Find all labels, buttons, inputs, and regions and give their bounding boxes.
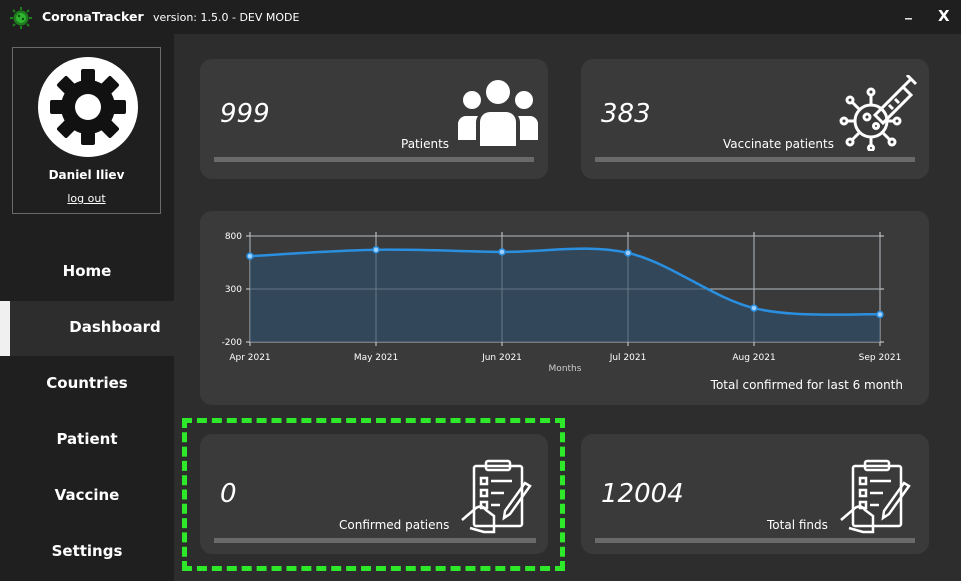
sidebar-item-countries[interactable]: Countries [0, 357, 174, 412]
total-label: Total finds [767, 518, 828, 532]
x-axis-label: Months [549, 364, 582, 374]
x-tick-label: Aug 2021 [732, 353, 775, 363]
title-bar: CoronaTracker version: 1.5.0 - DEV MODE … [0, 0, 961, 34]
confirmed-count: 0 [220, 479, 237, 509]
data-point [246, 252, 254, 260]
x-tick-label: Apr 2021 [229, 353, 270, 363]
sidebar-item-dashboard[interactable]: Dashboard [0, 301, 174, 356]
minimize-button[interactable]: _ [905, 4, 912, 20]
virus-syringe-icon [839, 75, 918, 151]
clipboard-checklist-icon [461, 459, 532, 534]
card-divider [214, 538, 536, 543]
x-tick-label: Jul 2021 [609, 353, 647, 363]
card-divider [595, 157, 915, 162]
sidebar-item-label: Vaccine [54, 486, 120, 504]
y-tick-label: 800 [225, 232, 242, 242]
data-point [498, 248, 506, 256]
user-name: Daniel Iliev [48, 168, 125, 182]
close-button[interactable]: X [938, 7, 950, 25]
x-tick-label: Sep 2021 [859, 353, 902, 363]
sidebar-item-vaccine[interactable]: Vaccine [0, 469, 174, 524]
gear-icon [50, 69, 126, 145]
data-point [624, 249, 632, 257]
app-title: CoronaTracker [42, 9, 144, 24]
virus-logo-icon [10, 7, 32, 29]
card-divider [214, 157, 534, 162]
area-fill [250, 248, 880, 342]
vaccinated-count: 383 [601, 99, 651, 129]
patients-label: Patients [401, 137, 450, 151]
data-point [372, 246, 380, 254]
card-divider [595, 538, 915, 543]
data-point [750, 304, 758, 312]
total-card: 12004 Total finds [581, 434, 929, 554]
sidebar-item-home[interactable]: Home [0, 245, 174, 300]
x-tick-label: May 2021 [354, 353, 398, 363]
y-tick-label: 300 [225, 285, 242, 295]
vaccinated-label: Vaccinate patients [723, 137, 834, 151]
sidebar: Daniel Iliev log out Home Dashboard Coun… [0, 34, 174, 581]
total-count: 12004 [601, 479, 684, 509]
data-point [876, 310, 884, 319]
group-icon [458, 80, 538, 146]
sidebar-item-label: Home [62, 262, 112, 280]
confirmed-chart-card: 800 300 -200 Apr 2021 May 2021 Jun 2021 Jul 20… [200, 211, 929, 405]
sidebar-item-patient[interactable]: Patient [0, 413, 174, 468]
sidebar-item-label: Patient [56, 430, 118, 448]
vaccinated-card: 383 Vaccinate patients [581, 59, 929, 179]
x-tick-label: Jun 2021 [481, 353, 522, 363]
sidebar-item-settings[interactable]: Settings [0, 525, 174, 580]
avatar [38, 57, 138, 157]
chart-caption: Total confirmed for last 6 month [710, 378, 903, 392]
app-window: CoronaTracker version: 1.5.0 - DEV MODE … [0, 0, 961, 581]
sidebar-item-label: Settings [51, 542, 123, 560]
patients-card: 999 Patients [200, 59, 548, 179]
clipboard-checklist-icon [840, 459, 911, 534]
patients-count: 999 [220, 99, 270, 129]
logout-link[interactable]: log out [13, 192, 160, 205]
sidebar-item-label: Countries [46, 374, 128, 392]
sidebar-item-label: Dashboard [69, 318, 161, 336]
confirmed-label: Confirmed patiens [339, 518, 450, 532]
confirmed-area-chart: 800 300 -200 Apr 2021 May 2021 Jun 2021 Jul 20… [222, 232, 902, 374]
y-tick-label: -200 [222, 338, 243, 348]
app-version: version: 1.5.0 - DEV MODE [153, 11, 300, 24]
profile-panel: Daniel Iliev log out [12, 47, 161, 214]
confirmed-card: 0 Confirmed patiens [200, 434, 548, 554]
